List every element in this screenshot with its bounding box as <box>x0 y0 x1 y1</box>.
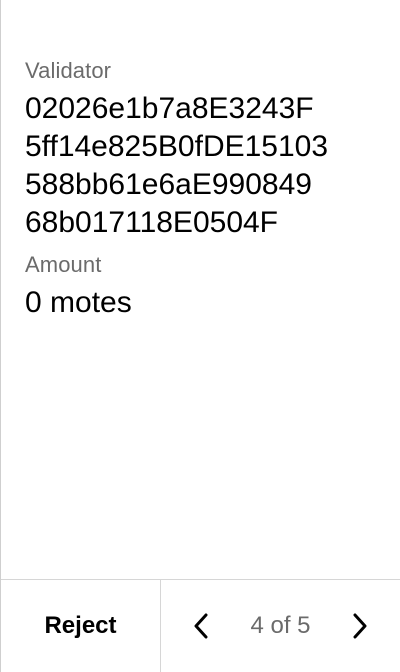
action-footer: Reject 4 of 5 <box>1 579 400 672</box>
chevron-right-icon <box>353 613 367 639</box>
validator-line-2: 5ff14e825B0fDE15103 <box>25 130 329 163</box>
validator-line-1: 02026e1b7a8E3243F <box>25 92 314 125</box>
validator-line-3: 588bb61e6aE990849 <box>25 168 312 201</box>
chevron-left-icon <box>194 613 208 639</box>
pagination: 4 of 5 <box>161 580 400 672</box>
validator-value: 02026e1b7a8E3243F 5ff14e825B0fDE15103 58… <box>25 90 384 242</box>
validator-line-4: 68b017118E0504F <box>25 206 279 239</box>
reject-container: Reject <box>1 580 161 672</box>
amount-label: Amount <box>25 252 102 277</box>
transaction-details: Validator 02026e1b7a8E3243F 5ff14e825B0f… <box>25 56 384 322</box>
amount-value: 0 motes <box>25 286 132 319</box>
next-page-button[interactable] <box>346 612 374 640</box>
validator-label: Validator <box>25 58 112 83</box>
page-indicator: 4 of 5 <box>250 612 311 639</box>
previous-page-button[interactable] <box>187 612 215 640</box>
sign-transaction-screen: Validator 02026e1b7a8E3243F 5ff14e825B0f… <box>0 0 400 672</box>
reject-button[interactable]: Reject <box>44 612 116 640</box>
